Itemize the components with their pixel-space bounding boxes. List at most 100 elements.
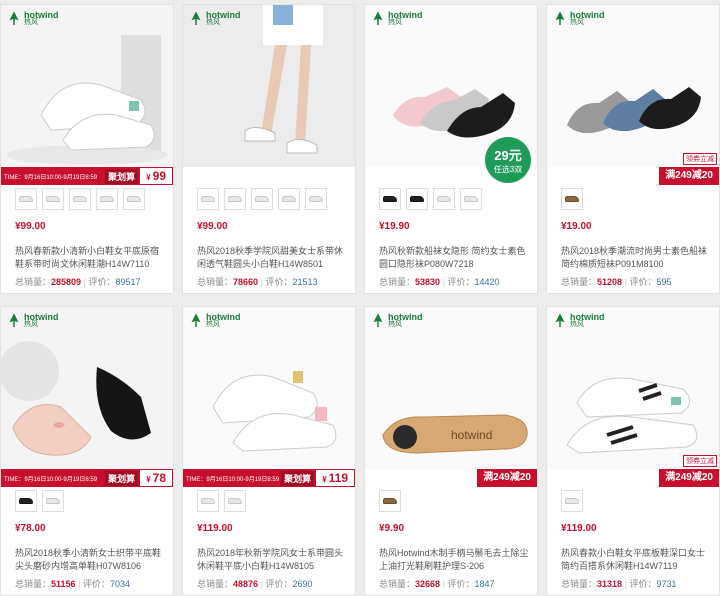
color-thumb[interactable] — [406, 188, 428, 210]
color-thumb[interactable] — [278, 188, 300, 210]
color-options — [197, 490, 246, 512]
color-thumb[interactable] — [15, 188, 37, 210]
product-image[interactable] — [547, 307, 719, 469]
color-thumb[interactable] — [197, 188, 219, 210]
product-title[interactable]: 热风2018秋季小清新女士织带平底鞋尖头磨砂内增高单鞋H07W8106 — [15, 547, 167, 573]
reviews-label: 评价： — [265, 579, 293, 589]
brand-logo: hotwind 热风 — [7, 313, 59, 329]
product-title[interactable]: 热风2018年秋新学院风女士系带圆头休闲鞋平底小白鞋H14W8105 — [197, 547, 349, 573]
color-options — [15, 490, 64, 512]
sold-label: 总销量： — [379, 277, 416, 287]
review-count[interactable]: 14420 — [474, 277, 499, 287]
brand-icon — [373, 314, 383, 327]
coupon-tag[interactable]: 领券立减 — [683, 455, 717, 467]
product-title[interactable]: 热风Hotwind木制手柄马鬃毛去土除尘上油打光鞋刷鞋护理S-206 — [379, 547, 531, 573]
brand-icon — [9, 12, 19, 25]
color-thumb[interactable] — [123, 188, 145, 210]
brand-logo: hotwind 热风 — [189, 313, 241, 329]
color-thumb[interactable] — [15, 490, 37, 512]
product-image[interactable]: hotwind — [365, 307, 537, 469]
color-thumb[interactable] — [379, 490, 401, 512]
product-card[interactable]: hotwind 热风 TIME：9月16日10:00-9月19日8:59 聚划算 … — [0, 306, 174, 596]
color-thumb[interactable] — [460, 188, 482, 210]
color-thumb[interactable] — [197, 490, 219, 512]
brand-logo: hotwind 热风 — [553, 11, 605, 27]
product-image[interactable] — [183, 307, 355, 469]
product-title[interactable]: 热风春款小白鞋女平底板鞋深口女士简约百搭系休闲鞋H14W7119 — [561, 547, 713, 573]
striped-sneaker-illustration — [566, 377, 698, 454]
model-legs-illustration — [183, 5, 355, 167]
coupon-tag[interactable]: 领券立减 — [683, 153, 717, 165]
review-count[interactable]: 21513 — [292, 277, 317, 287]
product-card[interactable]: hotwind 热风 领券立减 满249减20 ¥119.00 热风春款小白鞋女平… — [546, 306, 720, 596]
sale-badge: 聚划算 — [281, 470, 315, 486]
color-thumb[interactable] — [42, 188, 64, 210]
sold-count: 51156 — [51, 579, 76, 589]
review-count[interactable]: 89517 — [115, 277, 140, 287]
product-card[interactable]: hotwind 热风 领券立减 满249减20 ¥19.00 热风2018秋季潮流… — [546, 4, 720, 294]
product-image[interactable] — [1, 5, 173, 167]
reviews-label: 评价： — [447, 579, 475, 589]
brand-logo: hotwind 热风 — [189, 11, 241, 27]
reviews-label: 评价： — [629, 579, 657, 589]
product-title[interactable]: 热风2018秋季学院风甜美女士系带休闲透气鞋圆头小白鞋H14W8501 — [197, 245, 349, 271]
discount-bar: 满249减20 — [659, 469, 719, 487]
product-price: ¥19.90 — [379, 221, 410, 232]
color-thumb[interactable] — [96, 188, 118, 210]
brand-name-en: hotwind — [570, 10, 605, 20]
sale-time: TIME：9月16日10:00-9月19日8:59 — [4, 174, 98, 181]
product-stats: 总销量：48876 | 评价：2690 — [197, 579, 313, 589]
product-price: ¥99.00 — [15, 221, 46, 232]
product-stats: 总销量：31318 | 评价：9731 — [561, 579, 677, 589]
color-thumb[interactable] — [379, 188, 401, 210]
color-thumb[interactable] — [42, 490, 64, 512]
brand-icon — [555, 314, 565, 327]
product-stats: 总销量：32668 | 评价：1847 — [379, 579, 495, 589]
color-thumb[interactable] — [433, 188, 455, 210]
product-title[interactable]: 热风秋新款船袜女隐形 简约女士素色圆口隐形袜P080W7218 — [379, 245, 531, 271]
review-count[interactable]: 1847 — [474, 579, 494, 589]
product-image[interactable] — [1, 307, 173, 469]
color-thumb[interactable] — [224, 188, 246, 210]
brand-logo: hotwind 热风 — [7, 11, 59, 27]
brand-name-en: hotwind — [24, 10, 59, 20]
product-title[interactable]: 热风2018秋季潮流时尚男士素色船袜简约棉质短袜P091M8100 — [561, 245, 713, 271]
product-image[interactable] — [183, 5, 355, 167]
color-thumb[interactable] — [224, 490, 246, 512]
product-card[interactable]: hotwind 热风 TIME：9月16日10:00-9月19日8:59 聚划算 … — [0, 4, 174, 294]
sold-label: 总销量： — [561, 277, 598, 287]
review-count[interactable]: 2690 — [292, 579, 312, 589]
currency-symbol: ¥ — [322, 475, 327, 484]
color-options — [379, 188, 482, 210]
flash-sale-ribbon: TIME：9月16日10:00-9月19日8:59 聚划算 ¥78 — [1, 469, 173, 487]
color-thumb[interactable] — [305, 188, 327, 210]
brand-icon — [9, 314, 19, 327]
review-count[interactable]: 9731 — [656, 579, 676, 589]
color-options — [561, 188, 583, 210]
product-card[interactable]: hotwind 热风 29元 任选3双 ¥19.90 热风秋新款船袜女隐形 简约女… — [364, 4, 538, 294]
sold-count: 53830 — [415, 277, 441, 287]
color-thumb[interactable] — [69, 188, 91, 210]
product-card[interactable]: hotwind hotwind 热风 满249减20 ¥9.90 热风Hotwin… — [364, 306, 538, 596]
brand-logo: hotwind 热风 — [371, 11, 423, 27]
review-count[interactable]: 7034 — [110, 579, 130, 589]
product-stats: 总销量：285809 | 评价：89517 — [15, 277, 141, 287]
sold-label: 总销量： — [197, 277, 234, 287]
color-thumb[interactable] — [561, 188, 583, 210]
color-thumb[interactable] — [561, 490, 583, 512]
product-card[interactable]: hotwind 热风 ¥99.00 热风2018秋季学院风甜美女士系带休闲透气鞋圆… — [182, 4, 356, 294]
sold-count: 48876 — [233, 579, 259, 589]
promo-circle-sub: 任选3双 — [493, 165, 523, 174]
product-image[interactable] — [547, 5, 719, 167]
brand-logo: hotwind 热风 — [553, 313, 605, 329]
review-count[interactable]: 595 — [656, 277, 671, 287]
sale-price-value: 99 — [152, 169, 166, 183]
product-title[interactable]: 热风春新款小清新小白鞋女平底原宿鞋系带时尚文休闲鞋潮H14W7110 — [15, 245, 167, 271]
currency-symbol: ¥ — [146, 475, 151, 484]
product-stats: 总销量：78660 | 评价：21513 — [197, 277, 318, 287]
color-thumb[interactable] — [251, 188, 273, 210]
product-price: ¥99.00 — [197, 221, 228, 232]
product-card[interactable]: hotwind 热风 TIME：9月16日10:00-9月19日8:59 聚划算 … — [182, 306, 356, 596]
currency-symbol: ¥ — [146, 173, 151, 182]
sold-label: 总销量： — [197, 579, 234, 589]
